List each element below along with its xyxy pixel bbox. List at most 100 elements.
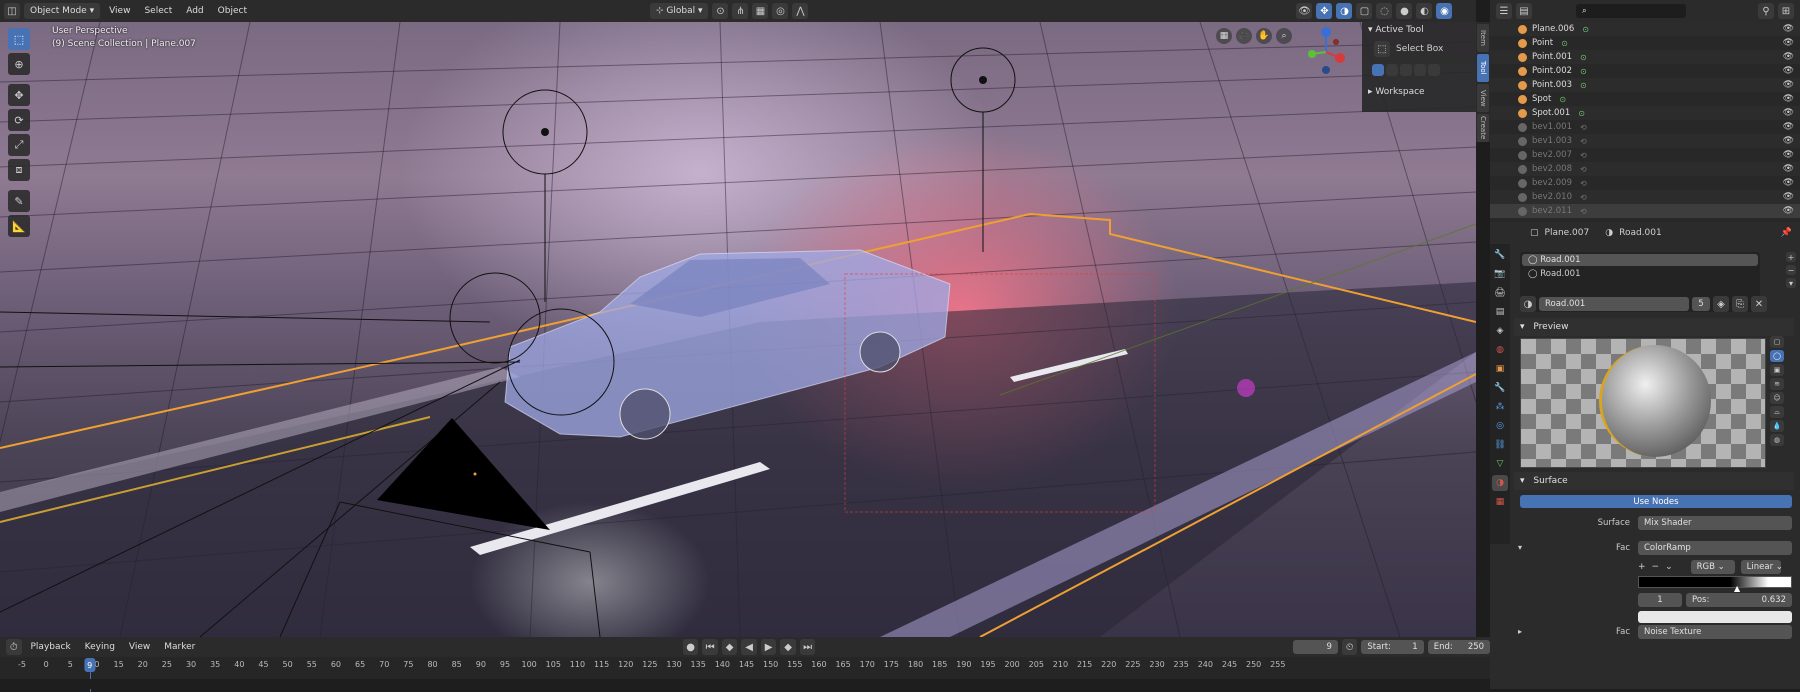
object-data-icon[interactable]: ⟲ — [1580, 137, 1587, 146]
object-data-icon[interactable]: ⊙ — [1559, 95, 1566, 104]
unlink-material-icon[interactable]: ✕ — [1751, 296, 1767, 312]
preview-fluid-icon[interactable]: 💧 — [1770, 420, 1784, 432]
preview-monkey-icon[interactable]: ☺ — [1770, 392, 1784, 404]
mode-new-icon[interactable] — [1372, 64, 1384, 76]
scale-tool-icon[interactable]: ⤢ — [8, 134, 30, 156]
tab-particles-icon[interactable]: ⁂ — [1492, 399, 1508, 415]
visibility-eye-icon[interactable]: 👁 — [1783, 108, 1794, 118]
menu-playback[interactable]: Playback — [26, 642, 76, 652]
visibility-eye-icon[interactable]: 👁 — [1783, 192, 1794, 202]
duplicate-material-icon[interactable]: ⎘ — [1732, 296, 1748, 312]
measure-tool-icon[interactable]: 📐 — [8, 215, 30, 237]
visibility-eye-icon[interactable]: 👁 — [1783, 80, 1794, 90]
new-collection-icon[interactable]: ⊞ — [1778, 3, 1794, 19]
preview-world-icon[interactable]: ◍ — [1770, 434, 1784, 446]
object-data-icon[interactable]: ⟲ — [1580, 123, 1587, 132]
stop-index-field[interactable]: 1 — [1638, 593, 1682, 607]
preview-range-icon[interactable]: ⏲ — [1341, 639, 1358, 655]
tab-physics-icon[interactable]: ◎ — [1492, 418, 1508, 434]
outliner-row[interactable]: Spot.001 ⊙ 👁 — [1490, 106, 1800, 120]
menu-object[interactable]: Object — [213, 6, 252, 16]
menu-select[interactable]: Select — [139, 6, 177, 16]
stop-position-field[interactable]: Pos: 0.632 — [1686, 593, 1792, 607]
pan-icon[interactable]: ✋ — [1256, 28, 1272, 44]
tab-world-icon[interactable]: ◍ — [1492, 342, 1508, 358]
outliner-row[interactable]: bev2.008 ⟲ 👁 — [1490, 162, 1800, 176]
tab-texture-icon[interactable]: ▦ — [1492, 494, 1508, 510]
visibility-eye-icon[interactable]: 👁 — [1783, 164, 1794, 174]
proportional-edit-icon[interactable]: ◎ — [772, 3, 789, 19]
snap-target-icon[interactable]: ▦ — [752, 3, 769, 19]
pivot-icon[interactable]: ⊙ — [712, 3, 729, 19]
material-browse-icon[interactable]: ◑ — [1520, 296, 1536, 312]
visibility-eye-icon[interactable]: 👁 — [1783, 178, 1794, 188]
outliner-row[interactable]: bev2.010 ⟲ 👁 — [1490, 190, 1800, 204]
surface-panel-header[interactable]: ▾ Surface — [1514, 472, 1794, 490]
end-frame-field[interactable]: End: 250 — [1427, 640, 1491, 654]
color-mode-dropdown[interactable]: RGB ⌄ — [1690, 560, 1735, 574]
tab-tool[interactable]: Tool — [1477, 54, 1489, 82]
object-data-icon[interactable]: ⟲ — [1580, 179, 1587, 188]
color-ramp-gradient[interactable] — [1638, 576, 1792, 588]
outliner-row[interactable]: Point.002 ⊙ 👁 — [1490, 64, 1800, 78]
outliner-row[interactable]: Spot ⊙ 👁 — [1490, 92, 1800, 106]
active-tool-header[interactable]: ▾ Active Tool — [1362, 22, 1476, 38]
visibility-eye-icon[interactable]: 👁 — [1783, 24, 1794, 34]
mode-intersect-icon[interactable] — [1428, 64, 1440, 76]
preview-sphere-icon[interactable]: ◯ — [1770, 350, 1784, 362]
record-icon[interactable]: ● — [682, 639, 699, 655]
tab-tool-icon[interactable]: 🔧 — [1492, 247, 1508, 263]
start-frame-field[interactable]: Start: 1 — [1361, 640, 1424, 654]
tab-item[interactable]: Item — [1477, 24, 1489, 52]
tab-scene-icon[interactable]: ◈ — [1492, 323, 1508, 339]
stop-color-swatch[interactable] — [1638, 611, 1792, 623]
pin-icon[interactable]: 📌 — [1781, 228, 1792, 238]
preview-panel-header[interactable]: ▾ Preview — [1514, 318, 1794, 336]
shading-solid-icon[interactable]: ● — [1396, 3, 1413, 19]
outliner-row[interactable]: bev2.009 ⟲ 👁 — [1490, 176, 1800, 190]
xray-icon[interactable]: ▢ — [1356, 3, 1373, 19]
falloff-icon[interactable]: ⋀ — [792, 3, 809, 19]
fac2-node-field[interactable]: Noise Texture — [1638, 625, 1792, 639]
rotate-tool-icon[interactable]: ⟳ — [8, 109, 30, 131]
mode-extend-icon[interactable] — [1386, 64, 1398, 76]
object-data-icon[interactable]: ⊙ — [1578, 109, 1585, 118]
visibility-eye-icon[interactable]: 👁 — [1783, 136, 1794, 146]
jump-end-icon[interactable]: ⏭ — [799, 639, 816, 655]
cursor-tool-icon[interactable]: ⊕ — [8, 53, 30, 75]
tab-material-icon[interactable]: ◑ — [1492, 475, 1508, 491]
add-stop-icon[interactable]: + — [1638, 562, 1646, 572]
preview-cloth-icon[interactable]: ⌓ — [1770, 406, 1784, 418]
remove-stop-icon[interactable]: − — [1652, 562, 1660, 572]
object-data-icon[interactable]: ⊙ — [1561, 39, 1568, 48]
slot-menu-icon[interactable]: ▾ — [1786, 278, 1796, 288]
zoom-icon[interactable]: ⌕ — [1276, 28, 1292, 44]
workspace-header[interactable]: ▸ Workspace — [1362, 84, 1476, 100]
annotate-tool-icon[interactable]: ✎ — [8, 190, 30, 212]
outliner-editor-icon[interactable]: ☰ — [1496, 3, 1512, 19]
menu-timeline-view[interactable]: View — [124, 642, 155, 652]
gizmo-icon[interactable]: ✥ — [1316, 3, 1333, 19]
tab-render-icon[interactable]: 📷 — [1492, 266, 1508, 282]
preview-hair-icon[interactable]: ≋ — [1770, 378, 1784, 390]
visibility-eye-icon[interactable]: 👁 — [1783, 206, 1794, 216]
tab-data-icon[interactable]: ▽ — [1492, 456, 1508, 472]
material-slot-2[interactable]: ◯ Road.001 — [1522, 268, 1758, 280]
play-icon[interactable]: ▶ — [760, 639, 777, 655]
object-data-icon[interactable]: ⟲ — [1580, 193, 1587, 202]
menu-add[interactable]: Add — [181, 6, 208, 16]
visibility-eye-icon[interactable]: 👁 — [1783, 122, 1794, 132]
visibility-icon[interactable]: 👁 — [1296, 3, 1313, 19]
grid-view-icon[interactable]: ▦ — [1216, 28, 1232, 44]
visibility-eye-icon[interactable]: 👁 — [1783, 52, 1794, 62]
axis-gizmo[interactable] — [1302, 24, 1350, 76]
mode-subtract-icon[interactable] — [1400, 64, 1412, 76]
object-data-icon[interactable]: ⟲ — [1580, 151, 1587, 160]
timeline-editor-icon[interactable]: ⏱ — [6, 639, 22, 655]
outliner-row[interactable]: bev2.007 ⟲ 👁 — [1490, 148, 1800, 162]
shading-wireframe-icon[interactable]: ◌ — [1376, 3, 1393, 19]
ramp-menu-icon[interactable]: ⌄ — [1665, 562, 1673, 572]
move-tool-icon[interactable]: ✥ — [8, 84, 30, 106]
add-slot-icon[interactable]: + — [1786, 252, 1796, 262]
outliner-row[interactable]: Point ⊙ 👁 — [1490, 36, 1800, 50]
